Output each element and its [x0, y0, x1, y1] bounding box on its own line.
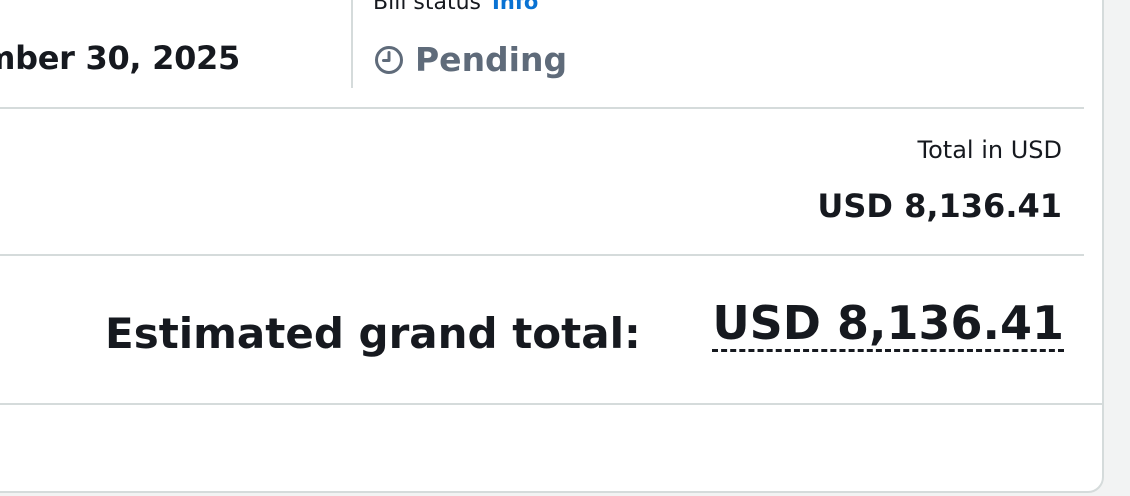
- estimated-grand-total-amount[interactable]: USD 8,136.41: [712, 297, 1064, 352]
- bill-status-value: Pending: [415, 40, 568, 79]
- bill-status-header: Bill status Info: [373, 0, 538, 15]
- bill-status-label: Bill status: [373, 0, 482, 15]
- total-currency-header: Total in USD: [917, 136, 1062, 164]
- estimated-grand-total-label: Estimated grand total:: [105, 309, 641, 358]
- total-amount: USD 8,136.41: [817, 187, 1062, 225]
- section-divider: [0, 107, 1084, 109]
- billing-period-date: mber 30, 2025: [0, 39, 240, 77]
- section-divider: [0, 254, 1084, 256]
- section-divider: [0, 403, 1104, 405]
- bill-status-indicator: Pending: [373, 40, 567, 79]
- clock-icon: [375, 45, 403, 74]
- info-link[interactable]: Info: [492, 0, 538, 14]
- vertical-divider: [351, 0, 353, 88]
